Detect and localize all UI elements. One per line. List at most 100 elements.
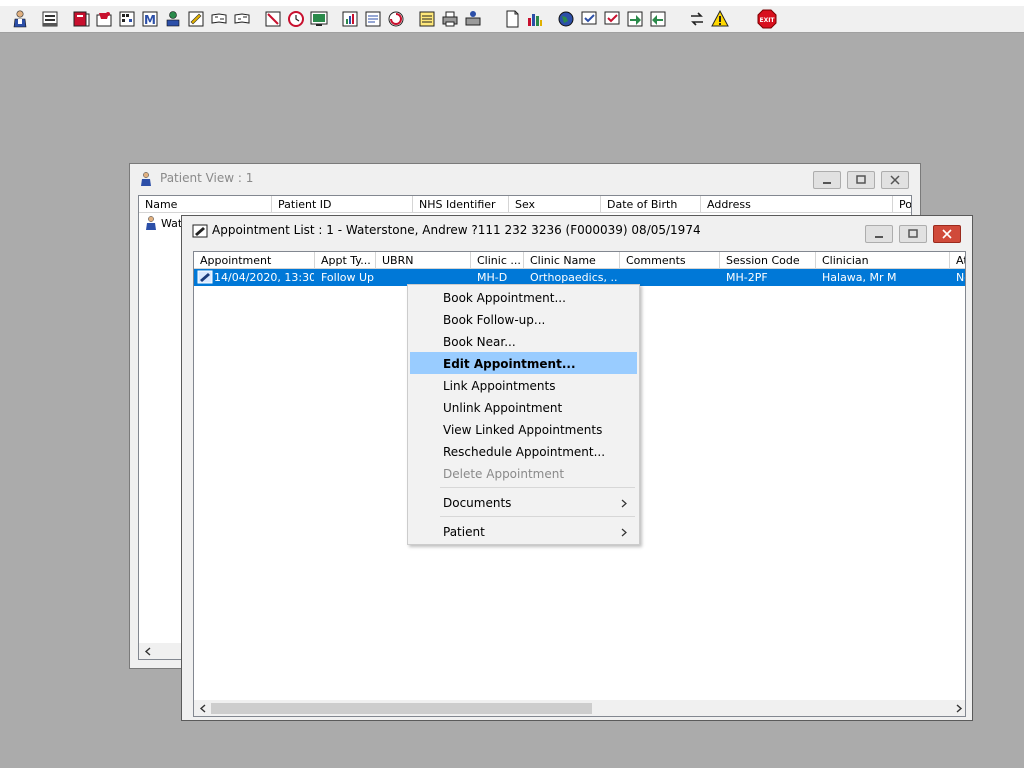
clock-icon[interactable] — [286, 9, 306, 29]
column-header-name[interactable]: Name — [139, 196, 272, 213]
note-icon[interactable] — [363, 9, 383, 29]
column-header-ubrn[interactable]: UBRN — [376, 252, 471, 269]
column-header-comments[interactable]: Comments — [620, 252, 720, 269]
menu-item-label: Reschedule Appointment... — [443, 445, 606, 459]
person-icon[interactable] — [163, 9, 183, 29]
exit-label: EXIT — [759, 17, 775, 24]
column-header-postcode[interactable]: Po — [893, 196, 911, 213]
patient-icon — [143, 215, 159, 231]
column-header-session-code[interactable]: Session Code — [720, 252, 816, 269]
close-button[interactable] — [881, 171, 909, 189]
menu-item-label: Book Near... — [443, 335, 516, 349]
menu-item-book-appointment[interactable]: Book Appointment... — [410, 286, 637, 308]
column-header-address[interactable]: Address — [701, 196, 893, 213]
printer-icon[interactable] — [440, 9, 460, 29]
scroll-left-arrow[interactable] — [139, 643, 156, 659]
cell-clinic: MH-D — [477, 271, 508, 284]
list-icon[interactable] — [40, 9, 60, 29]
column-header-clinician[interactable]: Clinician — [816, 252, 950, 269]
letter-m-icon[interactable]: M — [140, 9, 160, 29]
form-icon[interactable] — [186, 9, 206, 29]
column-header-appt-type[interactable]: Appt Ty... — [315, 252, 376, 269]
document-icon[interactable] — [502, 9, 522, 29]
patient-view-title: Patient View : 1 — [160, 171, 254, 185]
patient-view-titlebar[interactable]: Patient View : 1 — [130, 164, 920, 192]
green-arrow-icon[interactable] — [648, 9, 668, 29]
appointment-list-titlebar[interactable]: Appointment List : 1 - Waterstone, Andre… — [182, 216, 972, 244]
schedule-icon[interactable] — [117, 9, 137, 29]
green-arrow-icon[interactable] — [625, 9, 645, 29]
exit-icon[interactable]: EXIT — [757, 9, 777, 29]
check-list-icon[interactable] — [579, 9, 599, 29]
cell-appointment: 14/04/2020, 13:30 — [214, 271, 314, 284]
flag-icon[interactable] — [232, 9, 252, 29]
menu-item-documents[interactable]: Documents — [410, 491, 637, 513]
menu-item-reschedule-appointment[interactable]: Reschedule Appointment... — [410, 440, 637, 462]
appointment-context-menu: Book Appointment... Book Follow-up... Bo… — [407, 284, 640, 545]
notepad-icon[interactable] — [417, 9, 437, 29]
column-header-sex[interactable]: Sex — [509, 196, 601, 213]
cell-attended: No — [956, 271, 965, 284]
minimize-button[interactable] — [865, 225, 893, 243]
menu-item-view-linked-appointments[interactable]: View Linked Appointments — [410, 418, 637, 440]
column-header-clinic[interactable]: Clinic ... — [471, 252, 524, 269]
menu-item-book-follow-up[interactable]: Book Follow-up... — [410, 308, 637, 330]
warning-icon[interactable] — [710, 9, 730, 29]
svg-text:M: M — [144, 13, 156, 27]
maximize-button[interactable] — [847, 171, 875, 189]
menu-item-label: Delete Appointment — [443, 467, 565, 481]
bar-chart-icon[interactable] — [525, 9, 545, 29]
menu-item-edit-appointment[interactable]: Edit Appointment... — [410, 352, 637, 374]
column-header-appointment[interactable]: Appointment — [194, 252, 315, 269]
menu-item-unlink-appointment[interactable]: Unlink Appointment — [410, 396, 637, 418]
menu-item-label: Link Appointments — [443, 379, 556, 393]
menu-item-label: View Linked Appointments — [443, 423, 603, 437]
column-header-date-of-birth[interactable]: Date of Birth — [601, 196, 701, 213]
scrollbar-thumb[interactable] — [211, 703, 592, 714]
cell-appt-type: Follow Up — [321, 271, 375, 284]
column-header-patient-id[interactable]: Patient ID — [272, 196, 413, 213]
book-icon[interactable] — [71, 9, 91, 29]
column-header-nhs-identifier[interactable]: NHS Identifier — [413, 196, 509, 213]
scroll-right-arrow[interactable] — [950, 700, 965, 716]
menu-separator — [440, 516, 635, 517]
folder-icon[interactable] — [94, 9, 114, 29]
appointment-icon — [197, 269, 213, 285]
check-icon[interactable] — [602, 9, 622, 29]
flag-icon[interactable] — [209, 9, 229, 29]
menu-item-label: Documents — [443, 496, 512, 510]
patient-icon — [138, 171, 154, 187]
cell-session-code: MH-2PF — [726, 271, 768, 284]
appointment-list-hscroll[interactable] — [194, 700, 965, 716]
close-button[interactable] — [933, 225, 961, 243]
cell-clinic-name: Orthopaedics, ... — [530, 271, 618, 284]
menu-item-book-near[interactable]: Book Near... — [410, 330, 637, 352]
menu-item-label: Book Follow-up... — [443, 313, 546, 327]
patient-name: Wat — [161, 217, 183, 230]
appointment-icon — [192, 223, 208, 239]
monitor-icon[interactable] — [309, 9, 329, 29]
globe-icon[interactable] — [556, 9, 576, 29]
maximize-button[interactable] — [899, 225, 927, 243]
menu-item-label: Patient — [443, 525, 485, 539]
cell-clinician: Halawa, Mr M — [822, 271, 897, 284]
refresh-icon[interactable] — [386, 9, 406, 29]
swap-icon[interactable] — [687, 9, 707, 29]
chart-icon[interactable] — [340, 9, 360, 29]
no-entry-icon[interactable] — [263, 9, 283, 29]
submenu-arrow-icon — [621, 497, 627, 511]
menu-item-label: Book Appointment... — [443, 291, 566, 305]
main-toolbar: M EXIT — [0, 6, 1024, 33]
printer-person-icon[interactable] — [463, 9, 483, 29]
submenu-arrow-icon — [621, 526, 627, 540]
column-header-clinic-name[interactable]: Clinic Name — [524, 252, 620, 269]
appointment-list-title: Appointment List : 1 - Waterstone, Andre… — [212, 223, 701, 237]
menu-item-label: Unlink Appointment — [443, 401, 563, 415]
menu-separator — [440, 487, 635, 488]
menu-item-patient[interactable]: Patient — [410, 520, 637, 542]
menu-item-link-appointments[interactable]: Link Appointments — [410, 374, 637, 396]
column-header-attended[interactable]: At — [950, 252, 965, 269]
patient-icon[interactable] — [10, 9, 30, 29]
minimize-button[interactable] — [813, 171, 841, 189]
scroll-left-arrow[interactable] — [194, 700, 211, 716]
